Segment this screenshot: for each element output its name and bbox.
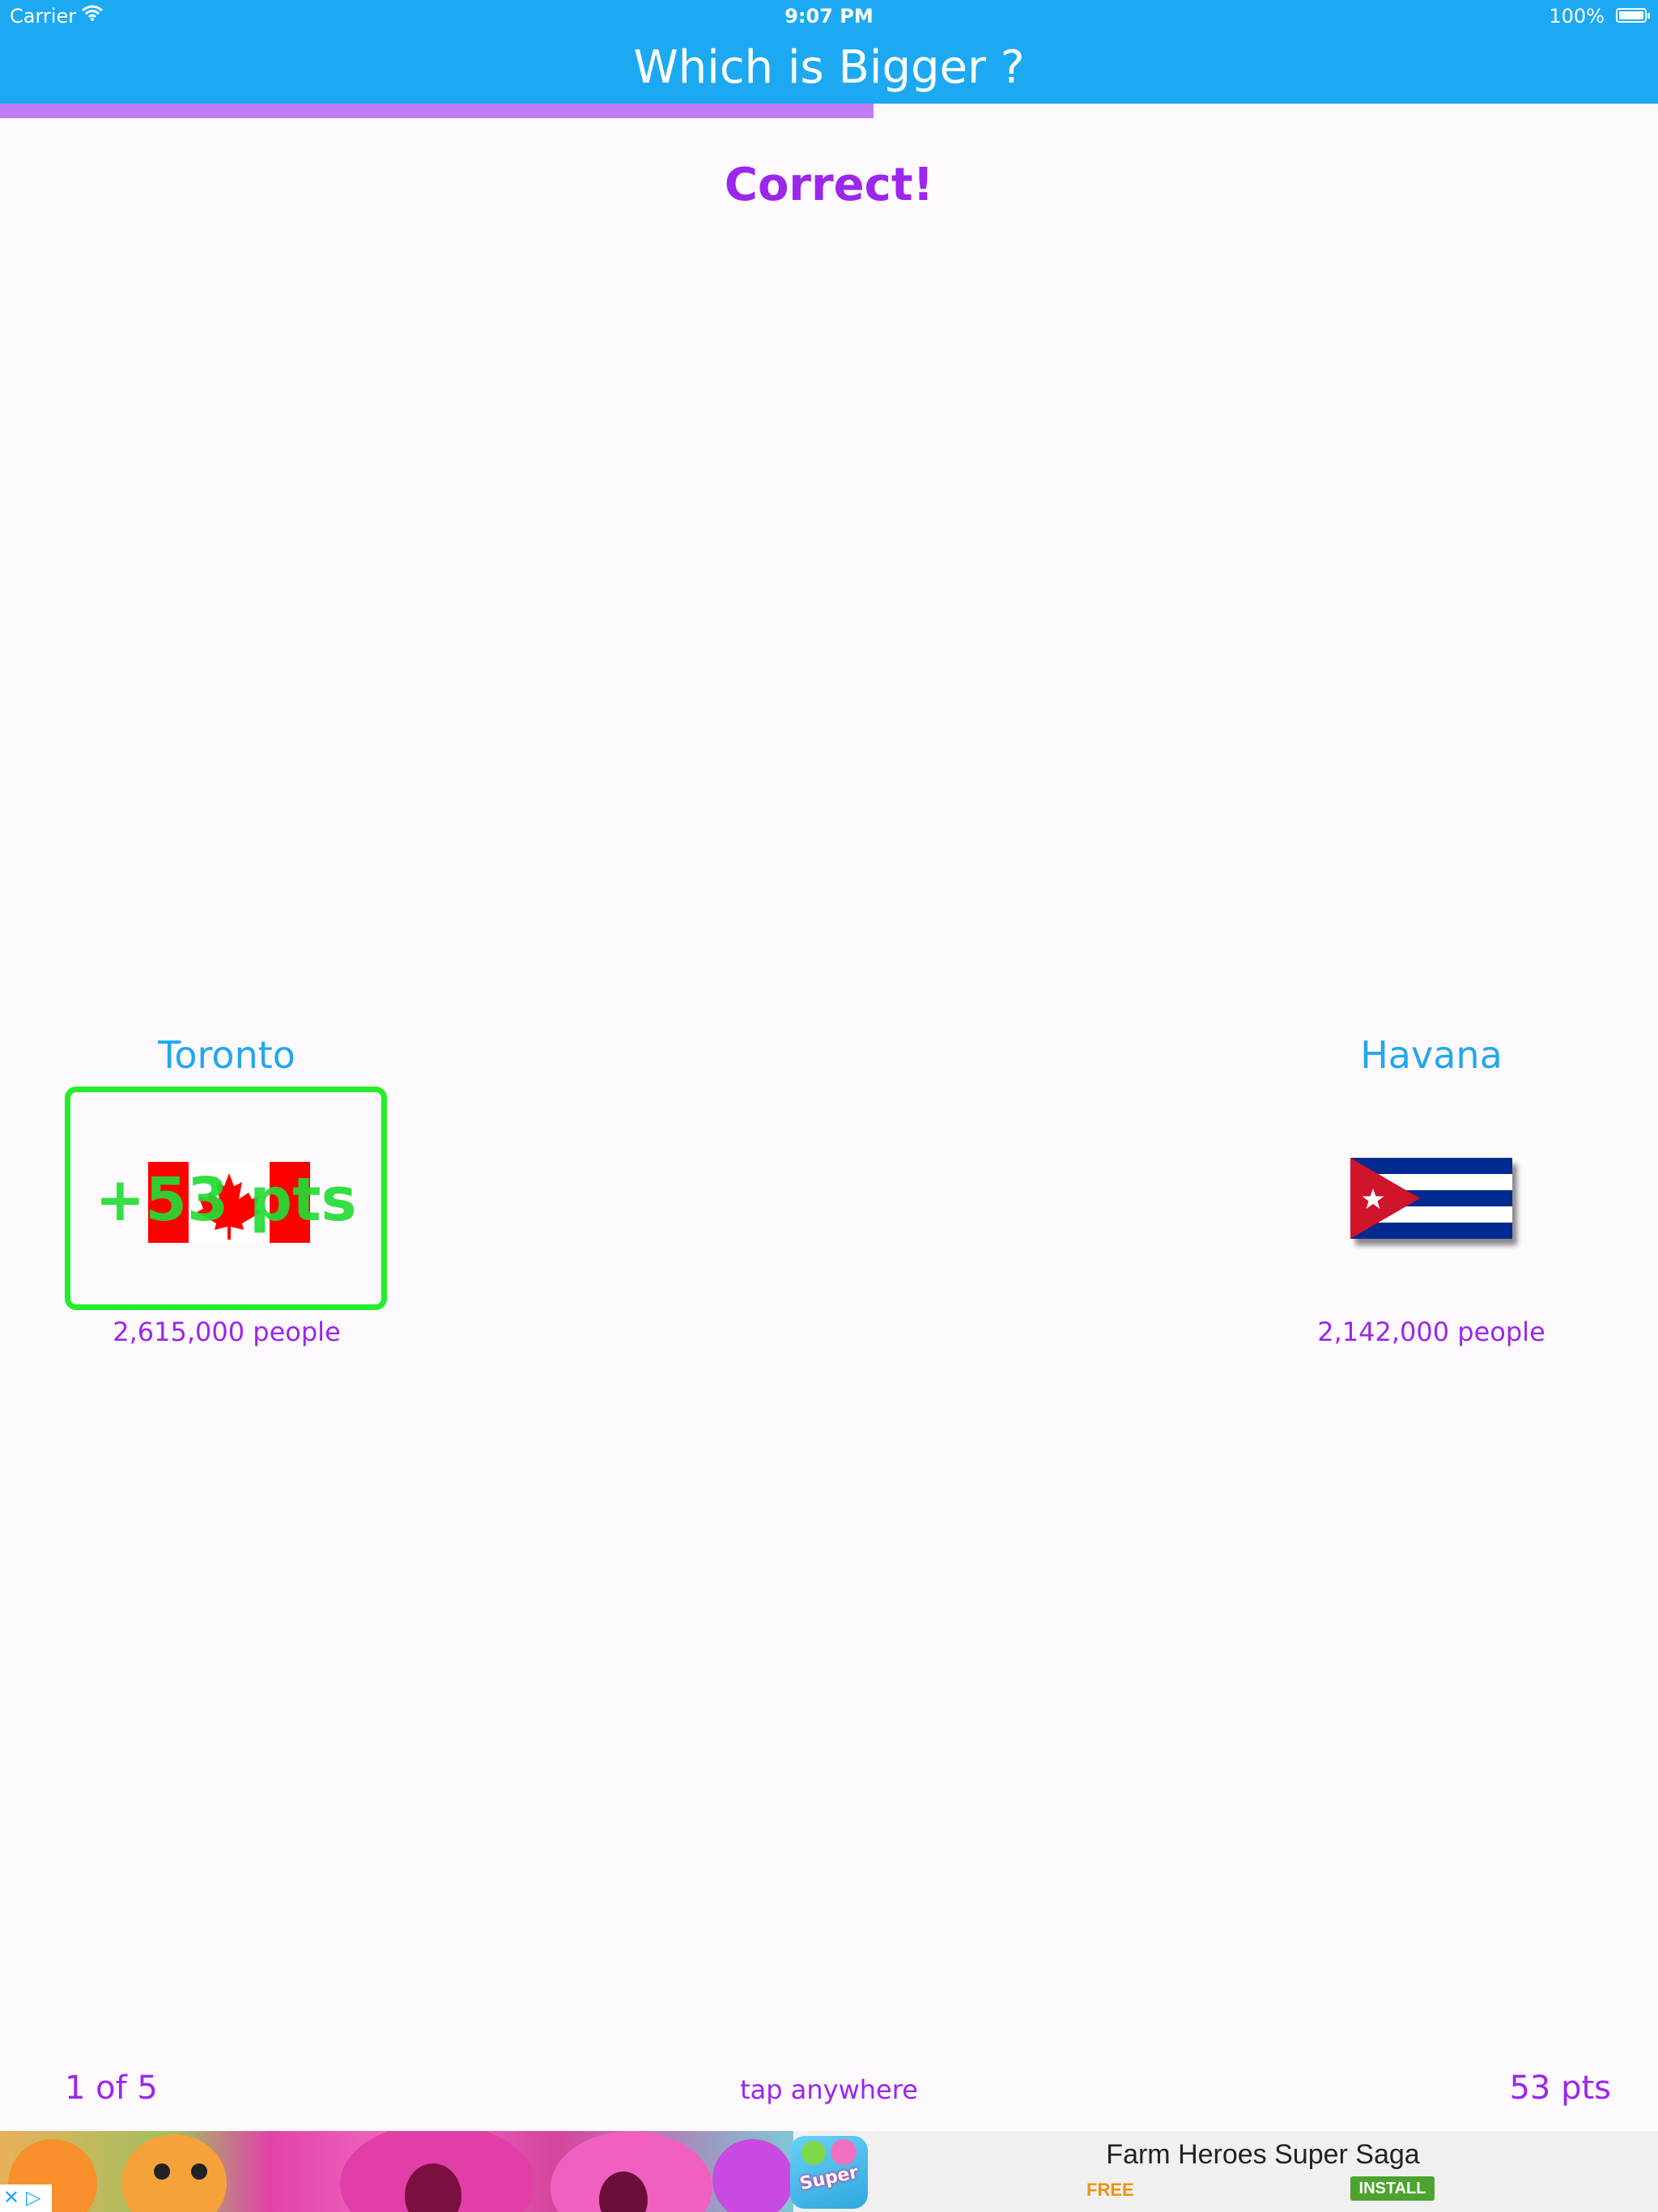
left-city-name: Toronto [158,1033,295,1077]
left-choice-card[interactable]: +53 pts [65,1087,387,1310]
status-bar: Carrier 9:07 PM 100% [0,0,1658,34]
ad-banner[interactable]: Super Farm Heroes Super Saga FREE INSTAL… [0,2131,1658,2212]
ad-icon-word: Super [797,2162,861,2195]
tap-anywhere-hint: tap anywhere [740,2074,918,2105]
ad-choices-icon[interactable]: ✕ ▷ [0,2184,52,2212]
battery-percent: 100% [1549,5,1605,28]
score-display: 53 pts [1509,2069,1611,2107]
ad-app-icon[interactable]: Super [790,2136,868,2209]
page-title: Which is Bigger ? [633,41,1025,94]
progress-bar [0,104,1658,118]
clock: 9:07 PM [784,5,874,28]
points-awarded: +53 pts [95,1165,357,1235]
ad-price: FREE [1086,2180,1134,2200]
close-icon[interactable]: ✕ [3,2186,19,2209]
nav-bar: Which is Bigger ? [0,34,1658,104]
cuba-flag-icon [1350,1158,1512,1239]
left-population: 2,615,000 people [113,1317,341,1347]
ad-info-icon[interactable]: ▷ [26,2186,40,2209]
result-message: Correct! [724,159,934,211]
ad-app-name[interactable]: Farm Heroes Super Saga [874,2139,1652,2171]
battery-icon [1616,8,1650,23]
right-population: 2,142,000 people [1317,1317,1545,1347]
ad-install-button[interactable]: INSTALL [1350,2176,1435,2201]
progress-fill [0,104,874,118]
right-choice-card[interactable] [1328,1134,1535,1263]
right-city-name: Havana [1360,1033,1503,1077]
ad-artwork [0,2131,793,2212]
